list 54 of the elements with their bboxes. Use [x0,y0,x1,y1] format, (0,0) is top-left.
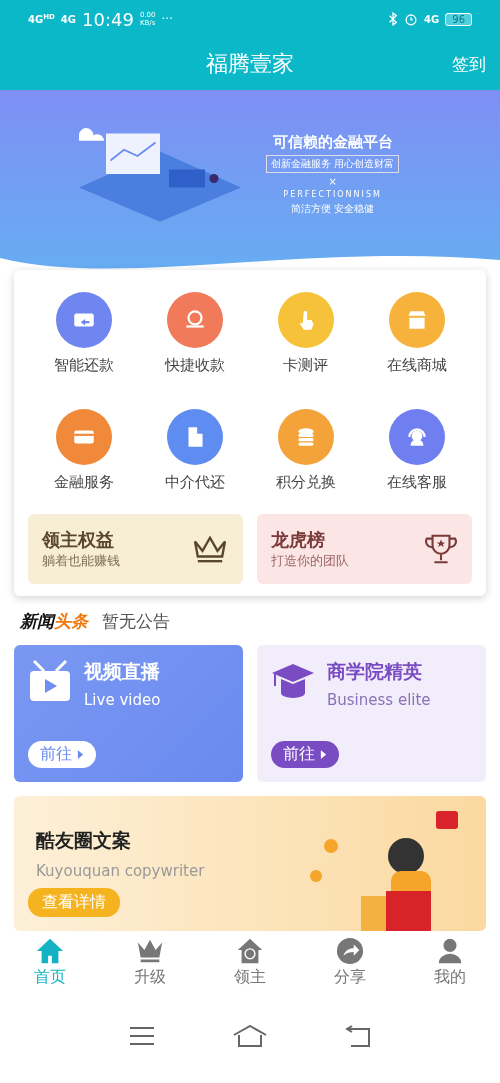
service-item[interactable]: 在线商城 [361,292,472,375]
service-item[interactable]: 金融服务 [28,409,139,492]
banner-cross: × [328,175,337,187]
banner-tagline: 创新金融服务 用心创造财富 [266,154,400,173]
service-item[interactable]: 在线客服 [361,409,472,492]
service-item[interactable]: 智能还款 [28,292,139,375]
promo-card[interactable]: 领主权益 躺着也能赚钱 [28,514,243,584]
app-title: 福腾壹家 [206,50,294,78]
promo-title: 领主权益 [42,528,115,552]
go-button[interactable]: 前往 [271,741,339,768]
card-subtitle: Live video [84,691,161,709]
promo-title: 龙虎榜 [271,528,326,552]
back-icon[interactable] [345,1024,371,1047]
announcement-text: 暂无公告 [102,610,170,633]
banner-slogan: 简洁方便 安全稳健 [291,201,375,216]
home-icon[interactable] [233,1024,267,1047]
menu-icon[interactable] [129,1025,155,1046]
tab-icon [35,937,65,965]
promo-banner[interactable]: 酷友圈文案 Kuyouquan copywriter 查看详情 [14,796,486,931]
alarm-icon [404,12,419,26]
battery-indicator: 96 [445,12,472,26]
service-item[interactable]: 卡测评 [250,292,361,375]
service-item[interactable]: 快捷收款 [139,292,250,375]
tab-item[interactable]: 分享 [315,937,385,988]
feature-card[interactable]: 商学院精英 Business elite 前往 [257,645,486,782]
signal-indicator: 4G$^{HD}$ [28,12,55,26]
bluetooth-icon [388,12,399,26]
tab-item[interactable]: 我的 [415,937,485,988]
play-triangle-icon [320,749,327,760]
tab-item[interactable]: 领主 [215,937,285,988]
service-item[interactable]: 积分兑换 [250,409,361,492]
card-title: 酷友圈文案 [35,828,131,853]
tab-icon [335,937,365,965]
signal-indicator: 4G [60,13,76,25]
tab-icon [235,937,265,965]
crown-icon [191,534,229,564]
card-subtitle: Kuyouquan copywriter [35,862,205,880]
tab-item[interactable]: 升级 [115,937,185,988]
card-subtitle: Business elite [327,691,431,709]
news-label: 新闻头条 [20,610,88,633]
service-item[interactable]: 中介代还 [139,409,250,492]
more-indicator: ··· [161,12,173,26]
promo-subtitle: 躺着也能赚钱 [42,552,120,570]
clock-time: 10:49 [82,8,134,30]
trophy-icon [424,533,458,565]
promo-subtitle: 打造你的团队 [271,552,349,570]
card-title: 商学院精英 [327,659,423,684]
promo-card[interactable]: 龙虎榜 打造你的团队 [257,514,472,584]
banner-headline: 可信赖的金融平台 [272,132,393,152]
play-triangle-icon [77,749,84,760]
banner-brand: PERFECTIONNISM [283,189,382,199]
card-title: 视频直播 [84,659,161,684]
network-type: 4G [424,13,440,25]
tv-icon [28,659,72,703]
